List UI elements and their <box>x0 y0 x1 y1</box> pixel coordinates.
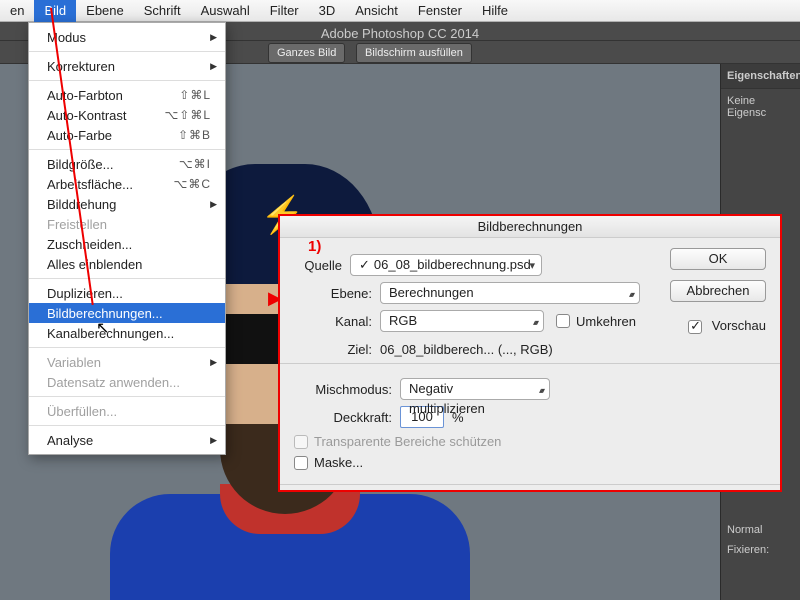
menu-entry-24[interactable]: Analyse <box>29 430 225 450</box>
mask-checkbox[interactable] <box>294 456 308 470</box>
menu-entry-16[interactable]: Bildberechnungen... <box>29 303 225 323</box>
menu-entry-20: Datensatz anwenden... <box>29 372 225 392</box>
properties-empty-text: Keine Eigensc <box>721 89 800 125</box>
menu-entry-0[interactable]: Modus <box>29 27 225 47</box>
menu-item-fenster[interactable]: Fenster <box>408 0 472 22</box>
opacity-label: Deckkraft: <box>294 410 392 425</box>
menu-entry-19: Variablen <box>29 352 225 372</box>
cancel-button[interactable]: Abbrechen <box>670 280 766 302</box>
layer-label: Ebene: <box>294 286 372 301</box>
menu-item-ebene[interactable]: Ebene <box>76 0 134 22</box>
preview-checkbox[interactable] <box>688 320 702 334</box>
source-label: Quelle <box>294 258 342 273</box>
fit-screen-button[interactable]: Bildschirm ausfüllen <box>356 43 472 63</box>
menu-item-3d[interactable]: 3D <box>309 0 346 22</box>
channel-select[interactable]: RGB <box>380 310 544 332</box>
mask-label: Maske... <box>314 455 363 470</box>
source-select[interactable]: ✓06_08_bildberechnung.psd <box>350 254 542 276</box>
invert-checkbox[interactable] <box>556 314 570 328</box>
dialog-title: Bildberechnungen <box>280 216 780 238</box>
menu-entry-2[interactable]: Korrekturen <box>29 56 225 76</box>
menu-entry-4[interactable]: Auto-Farbton⇧⌘L <box>29 85 225 105</box>
menu-item-auswahl[interactable]: Auswahl <box>191 0 260 22</box>
preview-label: Vorschau <box>712 318 766 333</box>
menu-entry-10[interactable]: Bilddrehung <box>29 194 225 214</box>
menu-item-schrift[interactable]: Schrift <box>134 0 191 22</box>
menu-item-en[interactable]: en <box>0 0 34 22</box>
menu-bar: en Bild Ebene Schrift Auswahl Filter 3D … <box>0 0 800 22</box>
menu-item-filter[interactable]: Filter <box>260 0 309 22</box>
menu-item-ansicht[interactable]: Ansicht <box>345 0 408 22</box>
ok-button[interactable]: OK <box>670 248 766 270</box>
menu-item-hilfe[interactable]: Hilfe <box>472 0 518 22</box>
target-value: 06_08_bildberech... (..., RGB) <box>380 342 553 357</box>
blend-mode-value[interactable]: Normal <box>727 524 762 536</box>
menu-entry-5[interactable]: Auto-Kontrast⌥⇧⌘L <box>29 105 225 125</box>
layer-select[interactable]: Berechnungen <box>380 282 640 304</box>
bildberechnungen-dialog: Bildberechnungen OK Abbrechen Vorschau Q… <box>278 214 782 492</box>
bild-menu-dropdown: Modus Korrekturen Auto-Farbton⇧⌘LAuto-Kont… <box>28 22 226 455</box>
blend-select[interactable]: Negativ multiplizieren <box>400 378 550 400</box>
menu-entry-22: Überfüllen... <box>29 401 225 421</box>
blend-label: Mischmodus: <box>294 382 392 397</box>
menu-entry-13[interactable]: Alles einblenden <box>29 254 225 274</box>
target-label: Ziel: <box>294 342 372 357</box>
menu-entry-6[interactable]: Auto-Farbe⇧⌘B <box>29 125 225 145</box>
menu-entry-17[interactable]: Kanalberechnungen... <box>29 323 225 343</box>
transparent-label: Transparente Bereiche schützen <box>314 434 501 449</box>
transparent-checkbox <box>294 435 308 449</box>
menu-item-bild[interactable]: Bild <box>34 0 76 22</box>
menu-entry-8[interactable]: Bildgröße...⌥⌘I <box>29 154 225 174</box>
fit-image-button[interactable]: Ganzes Bild <box>268 43 345 63</box>
invert-label: Umkehren <box>576 314 636 329</box>
menu-entry-11: Freistellen <box>29 214 225 234</box>
lock-label: Fixieren: <box>727 544 769 556</box>
menu-entry-15[interactable]: Duplizieren... <box>29 283 225 303</box>
menu-entry-9[interactable]: Arbeitsfläche...⌥⌘C <box>29 174 225 194</box>
properties-panel-title: Eigenschaften <box>721 64 800 89</box>
menu-entry-12[interactable]: Zuschneiden... <box>29 234 225 254</box>
channel-label: Kanal: <box>294 314 372 329</box>
